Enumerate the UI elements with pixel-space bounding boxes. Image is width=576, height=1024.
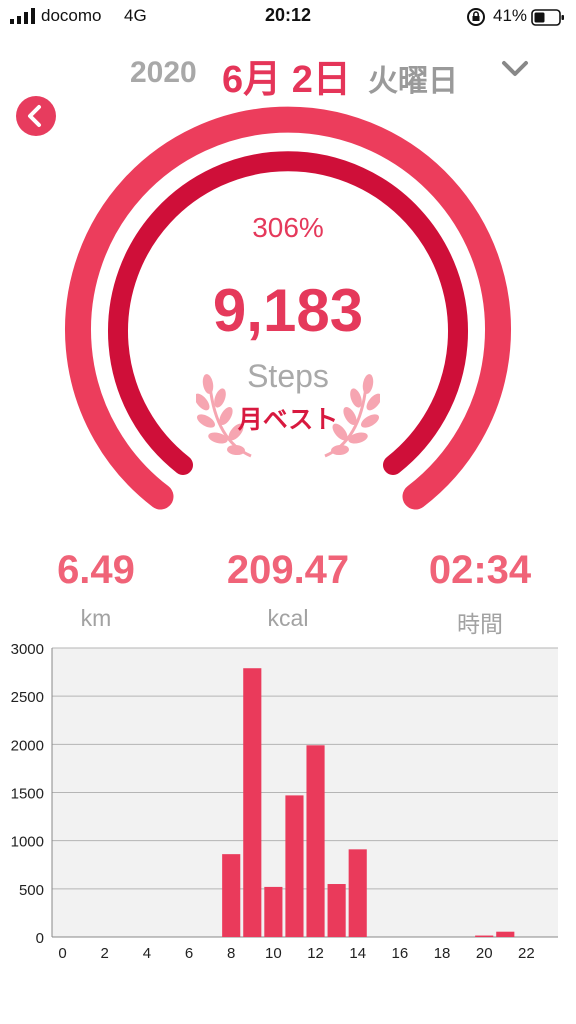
calories-value: 209.47 bbox=[226, 548, 350, 592]
bar bbox=[475, 935, 494, 937]
bar bbox=[264, 886, 283, 937]
distance-value: 6.49 bbox=[57, 548, 135, 592]
x-tick-label: 18 bbox=[434, 945, 451, 962]
duration-unit: 時間 bbox=[457, 611, 503, 637]
bar bbox=[285, 795, 304, 937]
x-tick-label: 22 bbox=[518, 945, 535, 962]
bar bbox=[327, 884, 346, 937]
y-tick-label: 0 bbox=[36, 930, 44, 947]
duration-value: 02:34 bbox=[428, 548, 532, 592]
bar bbox=[243, 668, 262, 937]
x-tick-label: 10 bbox=[265, 945, 282, 962]
bar bbox=[222, 854, 241, 937]
duration-stat: 02:34 時間 bbox=[384, 548, 576, 639]
distance-stat: 6.49 km bbox=[0, 548, 192, 632]
x-tick-label: 4 bbox=[143, 945, 151, 962]
x-tick-label: 2 bbox=[101, 945, 109, 962]
distance-unit: km bbox=[80, 605, 112, 631]
bar bbox=[306, 745, 325, 937]
y-tick-label: 2000 bbox=[11, 737, 44, 754]
x-tick-label: 6 bbox=[185, 945, 193, 962]
y-tick-label: 500 bbox=[19, 882, 44, 899]
y-tick-label: 2500 bbox=[11, 689, 44, 706]
x-tick-label: 20 bbox=[476, 945, 493, 962]
steps-label: Steps bbox=[247, 358, 329, 394]
step-gauge bbox=[65, 106, 511, 510]
monthly-best-badge: 月ベスト bbox=[237, 406, 339, 434]
bar bbox=[496, 931, 515, 937]
y-tick-label: 1500 bbox=[11, 786, 44, 803]
y-tick-label: 3000 bbox=[11, 641, 44, 658]
step-count: 9,183 bbox=[212, 277, 364, 344]
hourly-steps-chart: 0 500 1000 1500 2000 2500 3000 0 2 4 6 8 10 12 14 16 18 2… bbox=[11, 641, 558, 962]
goal-percent: 306% bbox=[252, 212, 324, 243]
calories-unit: kcal bbox=[267, 605, 309, 631]
calories-stat: 209.47 kcal bbox=[192, 548, 384, 632]
x-tick-label: 0 bbox=[58, 945, 66, 962]
x-tick-label: 12 bbox=[307, 945, 324, 962]
y-tick-label: 1000 bbox=[11, 834, 44, 851]
x-tick-label: 16 bbox=[392, 945, 409, 962]
x-tick-label: 14 bbox=[349, 945, 366, 962]
bar bbox=[348, 849, 367, 937]
x-tick-label: 8 bbox=[227, 945, 235, 962]
